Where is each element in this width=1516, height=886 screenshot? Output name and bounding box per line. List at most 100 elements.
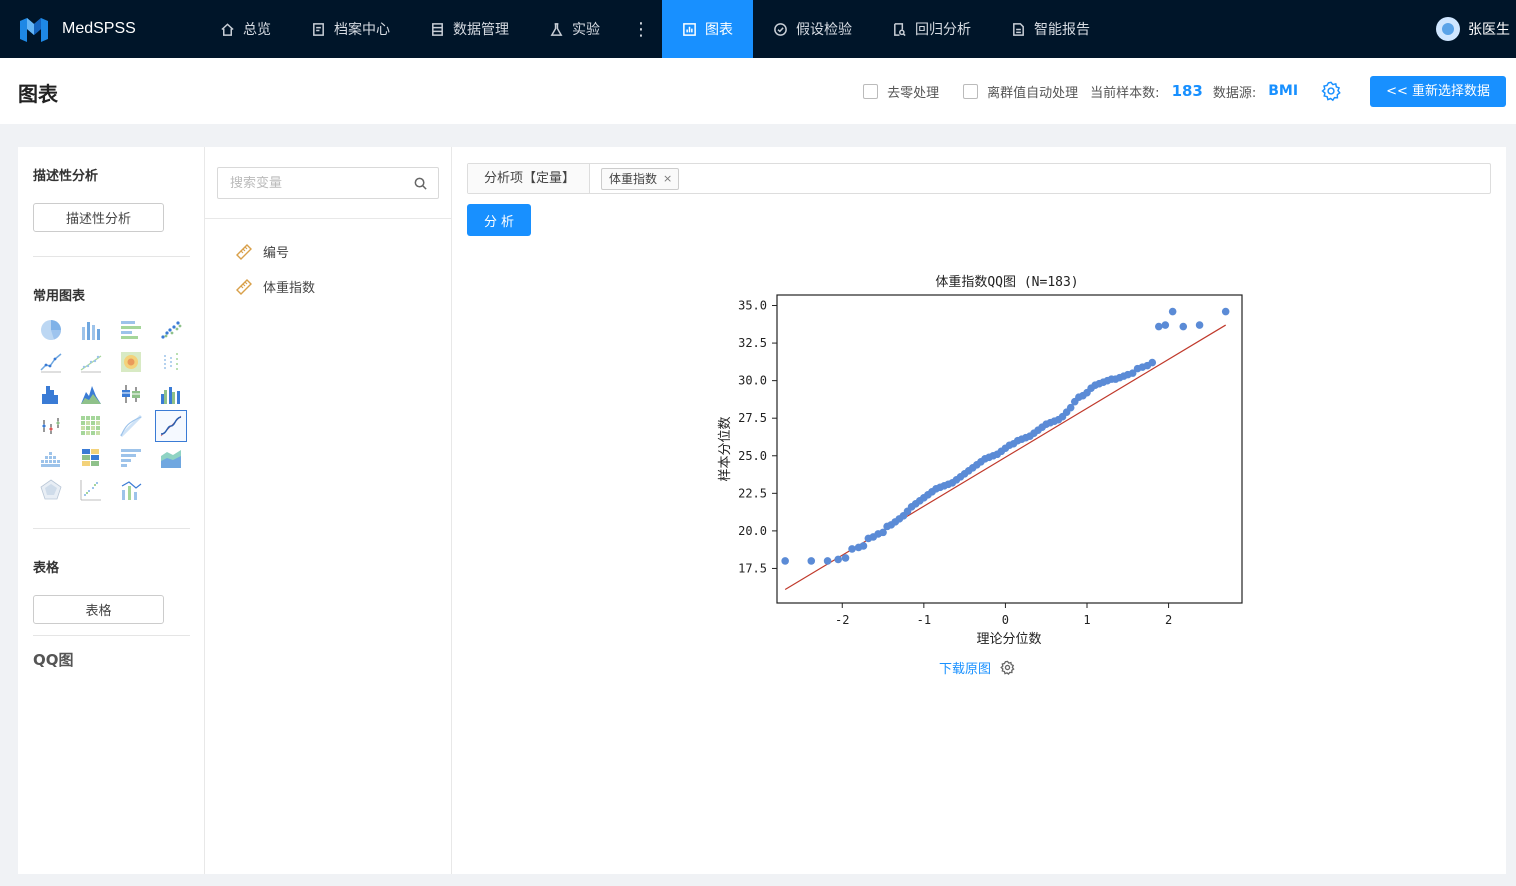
user-menu[interactable]: 张医生: [1436, 0, 1510, 58]
dot-strip-icon: [164, 353, 178, 370]
user-name: 张医生: [1468, 22, 1510, 38]
gear-icon: [1321, 81, 1341, 102]
area-chart-icon: [161, 450, 181, 468]
variable-item[interactable]: 体重指数: [235, 277, 315, 296]
radar-option[interactable]: [35, 474, 67, 506]
matrix-option[interactable]: [75, 410, 107, 442]
analyze-button[interactable]: 分析: [467, 204, 531, 236]
data-point: [1148, 358, 1157, 367]
data-point: [841, 554, 850, 562]
nav-item-archive[interactable]: 档案中心: [291, 0, 410, 58]
data-point: [848, 545, 856, 553]
stacked-heat-icon: [82, 449, 99, 466]
error-bar-option[interactable]: [35, 410, 67, 442]
qq-chart: 体重指数QQ图 (N=183) 17.5 20.0 22.5 25.0 27.5 30.0…: [702, 267, 1262, 687]
pp-plot-option[interactable]: [115, 410, 147, 442]
pie-chart-option[interactable]: [35, 314, 67, 346]
chart-type-panel: 描述性分析 描述性分析 常用图表 表格 表格 QQ图: [18, 147, 205, 874]
check-circle-icon: [774, 22, 787, 36]
scatter-option[interactable]: [155, 314, 187, 346]
search-icon[interactable]: [413, 176, 428, 191]
brand[interactable]: MedSPSS: [0, 15, 200, 43]
nav-item-data[interactable]: 数据管理: [410, 0, 529, 58]
heatmap-icon: [121, 352, 141, 372]
nav-item-report[interactable]: 智能报告: [991, 0, 1110, 58]
boxplot-icon: [122, 385, 140, 403]
y-tick-label: 27.5: [738, 411, 767, 425]
stacked-heat-option[interactable]: [75, 442, 107, 474]
divider: [205, 218, 452, 219]
nav-menu: 总览 档案中心 数据管理 实验 ⋮ 图表 假设检验 回归分析 智能报告: [200, 0, 1110, 58]
table-button[interactable]: 表格: [33, 595, 164, 624]
outlier-processing-checkbox[interactable]: 离群值自动处理: [963, 82, 1078, 101]
density-icon: [81, 386, 101, 404]
nav-item-regression[interactable]: 回归分析: [872, 0, 991, 58]
ranked-bar-option[interactable]: [115, 442, 147, 474]
x-axis-label: 理论分位数: [976, 632, 1041, 647]
settings-button[interactable]: [1320, 80, 1342, 102]
variable-search[interactable]: [217, 167, 439, 199]
dot-strip-option[interactable]: [155, 346, 187, 378]
page-title: 图表: [18, 82, 58, 106]
nav-item-hypothesis[interactable]: 假设检验: [753, 0, 872, 58]
data-point: [1179, 322, 1188, 331]
matrix-icon: [81, 416, 100, 435]
y-tick-label: 30.0: [738, 374, 767, 388]
chart-title: 体重指数QQ图 (N=183): [935, 274, 1078, 290]
zero-processing-checkbox[interactable]: 去零处理: [863, 82, 939, 101]
medspss-logo-icon: [20, 18, 48, 42]
scatter-regression-option[interactable]: [75, 346, 107, 378]
close-icon[interactable]: ×: [663, 169, 672, 189]
nav-item-overview[interactable]: 总览: [200, 0, 291, 58]
y-axis-ticks: 17.5 20.0 22.5 25.0 27.5 30.0 32.5 35.0: [738, 299, 777, 575]
nav-item-label: 回归分析: [915, 22, 971, 38]
variable-tag[interactable]: 体重指数 ×: [601, 167, 680, 190]
grouped-bar-option[interactable]: [155, 378, 187, 410]
gear-icon[interactable]: [1000, 660, 1015, 675]
nav-more-button[interactable]: ⋮: [620, 0, 662, 58]
histogram-option[interactable]: [35, 378, 67, 410]
horizontal-bar-option[interactable]: [115, 314, 147, 346]
variable-label: 体重指数: [263, 281, 316, 296]
radar-icon: [40, 479, 62, 500]
top-navbar: MedSPSS 总览 档案中心 数据管理 实验 ⋮ 图表 假设检验 回归分析 智…: [0, 0, 1516, 58]
checkbox-box[interactable]: [963, 83, 979, 99]
report-icon: [1013, 22, 1024, 36]
data-point: [1168, 307, 1177, 316]
sample-count-value: 183: [1171, 82, 1203, 100]
variable-item[interactable]: 编号: [235, 242, 289, 261]
current-chart-label: QQ图: [33, 651, 74, 669]
nav-item-experiment[interactable]: 实验: [529, 0, 620, 58]
grouped-bar-icon: [161, 387, 180, 404]
avatar: [1436, 17, 1460, 41]
download-original-link[interactable]: 下载原图: [939, 658, 1015, 677]
ranked-bar-icon: [121, 449, 141, 467]
pp-plot-icon: [119, 414, 143, 438]
step-chart-option[interactable]: [75, 474, 107, 506]
nav-item-chart[interactable]: 图表: [662, 0, 753, 58]
boxplot-option[interactable]: [115, 378, 147, 410]
qq-plot-option[interactable]: [155, 410, 187, 442]
variable-label: 编号: [263, 246, 290, 261]
density-option[interactable]: [75, 378, 107, 410]
analysis-items-bar[interactable]: 分析项【定量】 体重指数 ×: [467, 163, 1491, 194]
area-chart-option[interactable]: [155, 442, 187, 474]
y-tick-label: 17.5: [738, 561, 767, 575]
ruler-icon: [236, 278, 252, 295]
error-bar-icon: [42, 418, 60, 434]
combo-chart-option[interactable]: [115, 474, 147, 506]
line-chart-option[interactable]: [35, 346, 67, 378]
heatmap-option[interactable]: [115, 346, 147, 378]
descriptive-analysis-button[interactable]: 描述性分析: [33, 203, 164, 232]
reselect-data-button[interactable]: << 重新选择数据: [1370, 75, 1506, 107]
dot-matrix-icon: [41, 452, 60, 467]
descriptive-section-title: 描述性分析: [33, 169, 99, 184]
data-point: [781, 557, 789, 565]
checkbox-box[interactable]: [863, 83, 879, 99]
data-point: [834, 555, 842, 564]
data-point: [1154, 322, 1163, 331]
dot-matrix-option[interactable]: [35, 442, 67, 474]
search-input[interactable]: [230, 175, 400, 191]
data-point: [823, 557, 832, 565]
bar-chart-option[interactable]: [75, 314, 107, 346]
